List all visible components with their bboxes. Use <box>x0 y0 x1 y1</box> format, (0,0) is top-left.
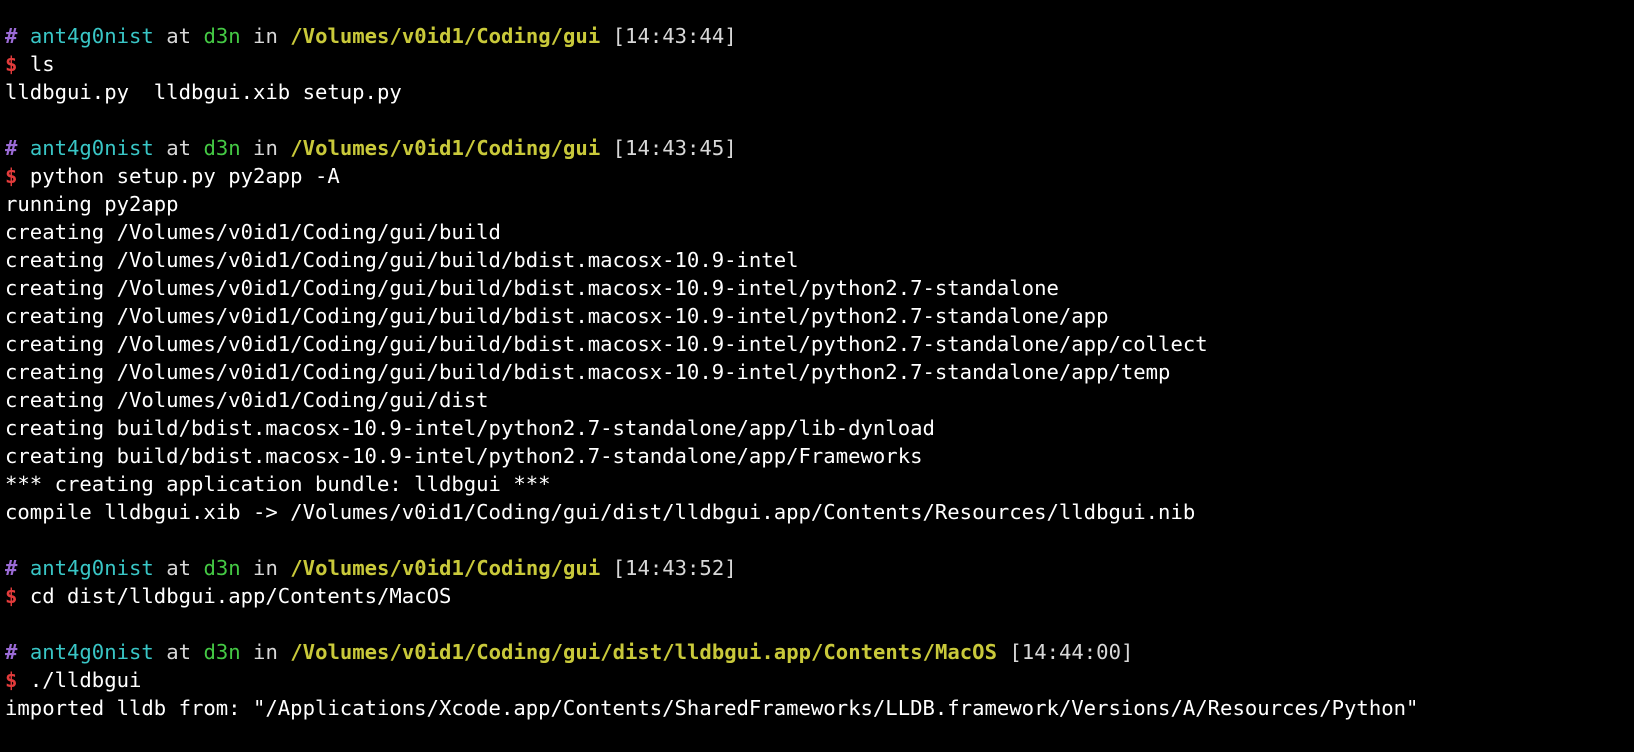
prompt-at: at <box>166 640 192 664</box>
prompt-host: d3n <box>203 24 241 48</box>
prompt-dollar: $ <box>5 584 18 608</box>
prompt-dollar: $ <box>5 164 18 188</box>
prompt-in: in <box>253 24 278 48</box>
command-text: ls <box>29 52 55 76</box>
prompt-host: d3n <box>203 556 241 580</box>
prompt-line: # ant4g0nist at d3n in /Volumes/v0id1/Co… <box>0 554 1634 582</box>
prompt-host: d3n <box>203 136 241 160</box>
command-line: $ cd dist/lldbgui.app/Contents/MacOS <box>0 582 1634 610</box>
prompt-hash: # <box>5 556 18 580</box>
output-line: creating /Volumes/v0id1/Coding/gui/build… <box>5 332 1208 356</box>
prompt-path: /Volumes/v0id1/Coding/gui <box>290 556 601 580</box>
prompt-user: ant4g0nist <box>29 640 154 664</box>
output-line: creating /Volumes/v0id1/Coding/gui/build… <box>5 360 1171 384</box>
output-line: running py2app <box>5 192 179 216</box>
output-line: creating build/bdist.macosx-10.9-intel/p… <box>5 444 923 468</box>
prompt-user: ant4g0nist <box>29 136 154 160</box>
command-text: ./lldbgui <box>29 668 142 692</box>
prompt-line: # ant4g0nist at d3n in /Volumes/v0id1/Co… <box>0 134 1634 162</box>
prompt-hash: # <box>5 24 18 48</box>
prompt-host: d3n <box>203 640 241 664</box>
output-line: creating build/bdist.macosx-10.9-intel/p… <box>5 416 935 440</box>
prompt-user: ant4g0nist <box>29 556 154 580</box>
prompt-at: at <box>166 136 192 160</box>
prompt-path: /Volumes/v0id1/Coding/gui/dist/lldbgui.a… <box>290 640 997 664</box>
prompt-hash: # <box>5 640 18 664</box>
prompt-at: at <box>166 24 192 48</box>
prompt-time: [14:44:00] <box>1009 640 1134 664</box>
output-line: creating /Volumes/v0id1/Coding/gui/build <box>5 220 501 244</box>
command-line: $ python setup.py py2app -A <box>0 162 1634 190</box>
prompt-at: at <box>166 556 192 580</box>
output-line: lldbgui.py lldbgui.xib setup.py <box>5 80 402 104</box>
output-line: creating /Volumes/v0id1/Coding/gui/build… <box>5 276 1059 300</box>
output-line: creating /Volumes/v0id1/Coding/gui/dist <box>5 388 489 412</box>
prompt-in: in <box>253 556 278 580</box>
output-line: *** creating application bundle: lldbgui… <box>5 472 551 496</box>
prompt-in: in <box>253 640 278 664</box>
prompt-dollar: $ <box>5 52 18 76</box>
prompt-dollar: $ <box>5 668 18 692</box>
command-line: $ ls <box>0 50 1634 78</box>
command-line: $ ./lldbgui <box>0 666 1634 694</box>
prompt-line: # ant4g0nist at d3n in /Volumes/v0id1/Co… <box>0 638 1634 666</box>
prompt-path: /Volumes/v0id1/Coding/gui <box>290 24 601 48</box>
prompt-time: [14:43:52] <box>612 556 737 580</box>
output-line: creating /Volumes/v0id1/Coding/gui/build… <box>5 248 799 272</box>
command-text: cd dist/lldbgui.app/Contents/MacOS <box>29 584 452 608</box>
prompt-time: [14:43:44] <box>612 24 737 48</box>
prompt-line: # ant4g0nist at d3n in /Volumes/v0id1/Co… <box>0 22 1634 50</box>
output-line: imported lldb from: "/Applications/Xcode… <box>5 696 1419 720</box>
output-line: creating /Volumes/v0id1/Coding/gui/build… <box>5 304 1109 328</box>
prompt-hash: # <box>5 136 18 160</box>
prompt-path: /Volumes/v0id1/Coding/gui <box>290 136 601 160</box>
command-text: python setup.py py2app -A <box>29 164 340 188</box>
output-line: compile lldbgui.xib -> /Volumes/v0id1/Co… <box>5 500 1196 524</box>
prompt-user: ant4g0nist <box>29 24 154 48</box>
terminal-window[interactable]: # ant4g0nist at d3n in /Volumes/v0id1/Co… <box>0 0 1634 752</box>
prompt-in: in <box>253 136 278 160</box>
prompt-time: [14:43:45] <box>612 136 737 160</box>
